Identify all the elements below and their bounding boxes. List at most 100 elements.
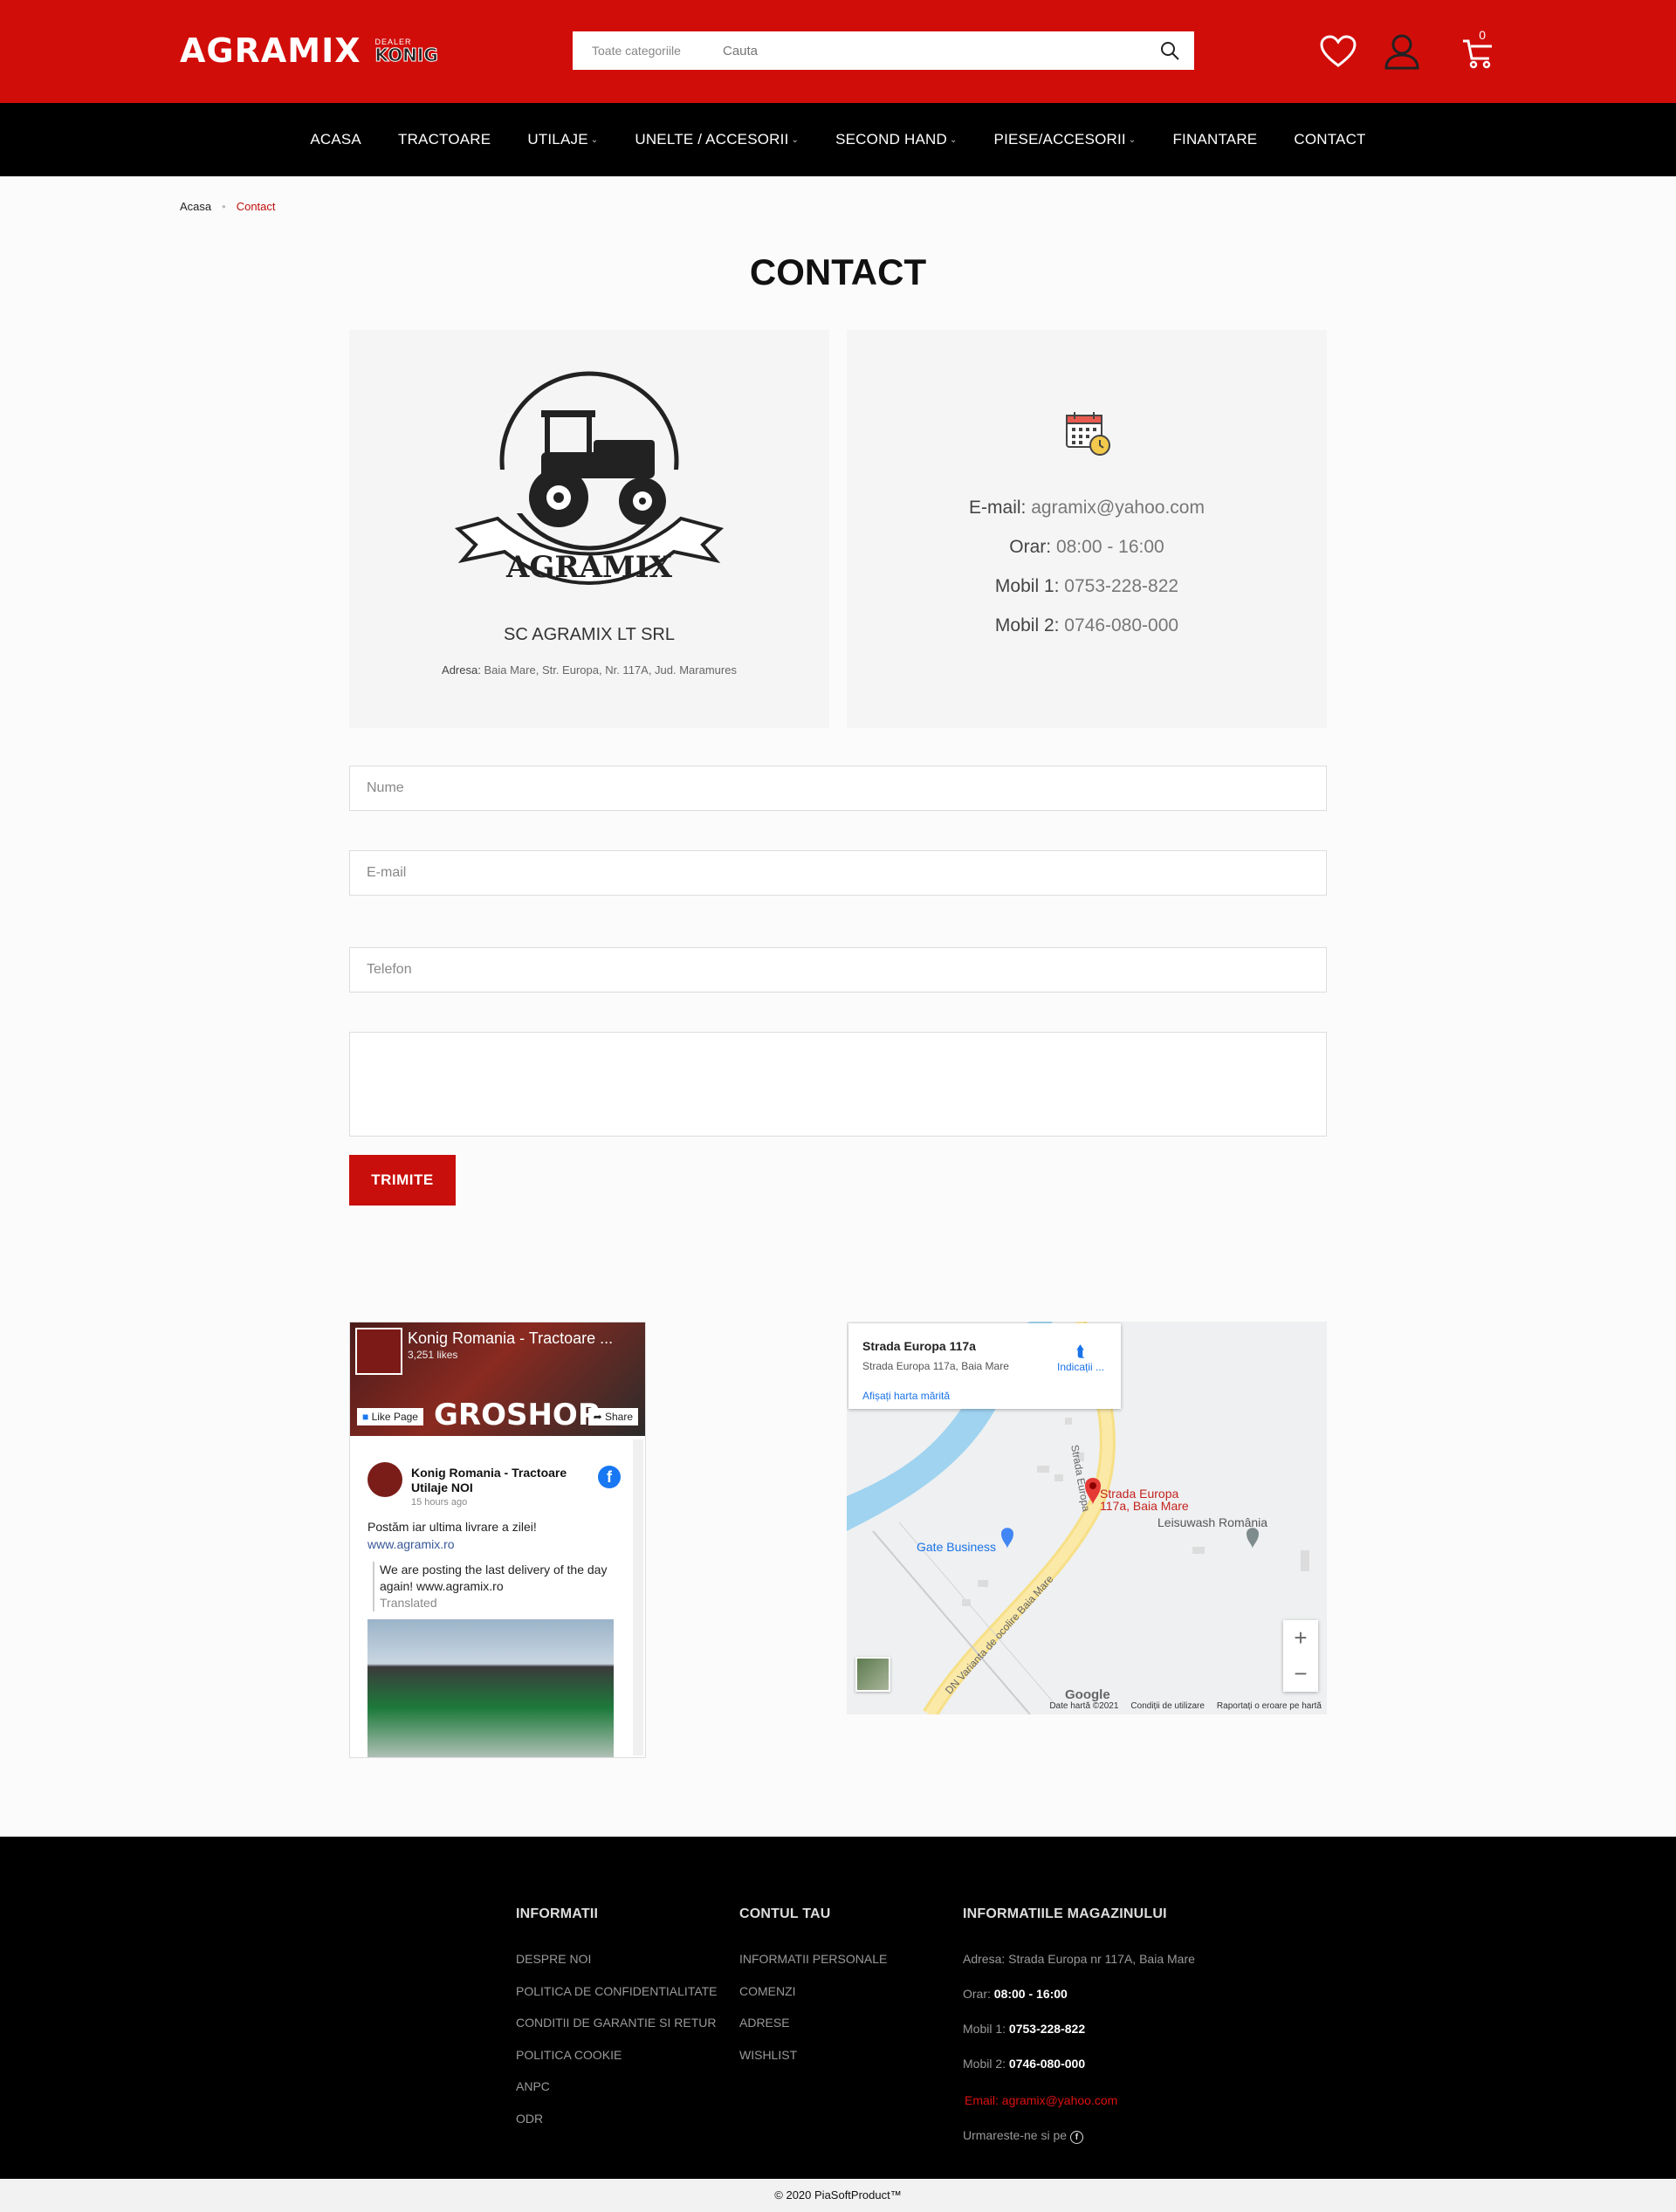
- email-label: E-mail:: [969, 498, 1027, 518]
- post-avatar[interactable]: [367, 1462, 402, 1497]
- phone-field[interactable]: [349, 947, 1327, 993]
- footer-link[interactable]: WISHLIST: [739, 2048, 887, 2080]
- poi-pin-icon-2[interactable]: [1247, 1528, 1259, 1549]
- poi-pin-icon[interactable]: [1001, 1528, 1013, 1549]
- map-poi-gate-business[interactable]: Gate Business: [917, 1540, 996, 1554]
- site-logo[interactable]: AGRAMIX DEALER KONIG: [180, 31, 438, 70]
- map-place-address: Strada Europa 117a, Baia Mare: [862, 1360, 1009, 1372]
- nav-label: SECOND HAND: [835, 131, 947, 148]
- chevron-down-icon: ⌄: [1128, 134, 1137, 145]
- mobile1-row: Mobil 1: 0753-228-822: [847, 576, 1327, 615]
- nav-item-acasa[interactable]: ACASA: [292, 131, 380, 148]
- chevron-down-icon: ⌄: [949, 134, 958, 145]
- footer-col-title: INFORMATII: [516, 1906, 599, 1921]
- post-author[interactable]: Konig Romania - Tractoare Utilaje NOI: [411, 1466, 586, 1495]
- nav-item-contact[interactable]: CONTACT: [1275, 131, 1384, 148]
- zoom-out-button[interactable]: −: [1283, 1656, 1318, 1692]
- footer-link[interactable]: COMENZI: [739, 1984, 887, 2016]
- zoom-in-button[interactable]: +: [1283, 1620, 1318, 1656]
- company-name: SC AGRAMIX LT SRL: [504, 625, 675, 644]
- cart-icon: [1463, 39, 1492, 69]
- nav-item-second-hand[interactable]: SECOND HAND ⌄: [817, 131, 975, 148]
- email-field[interactable]: [349, 850, 1327, 896]
- footer-col-informatii: INFORMATII DESPRE NOI POLITICA DE CONFID…: [516, 1906, 718, 2143]
- nav-label: UNELTE / ACCESORII: [635, 131, 789, 148]
- nav-label: CONTACT: [1294, 131, 1366, 148]
- store-email[interactable]: Email: agramix@yahoo.com: [963, 2093, 1195, 2128]
- post-time[interactable]: 15 hours ago: [411, 1497, 467, 1508]
- chevron-down-icon: ⌄: [590, 134, 599, 145]
- post-link[interactable]: www.agramix.ro: [367, 1537, 455, 1551]
- post-translation: We are posting the last delivery of the …: [373, 1562, 621, 1611]
- dealer-brand: KONIG: [374, 44, 438, 65]
- footer-col-title: CONTUL TAU: [739, 1906, 831, 1921]
- email-value[interactable]: agramix@yahoo.com: [1031, 498, 1205, 518]
- footer-link[interactable]: POLITICA DE CONFIDENTIALITATE: [516, 1984, 718, 2016]
- map-report-link[interactable]: Raportați o eroare pe hartă: [1217, 1701, 1322, 1711]
- mobile1-label: Mobil 1:: [994, 576, 1060, 596]
- facebook-share-button[interactable]: ➦ Share: [587, 1408, 638, 1425]
- map-directions-button[interactable]: ⮬ Indicații ...: [1054, 1343, 1107, 1373]
- nav-label: PIESE/ACCESORII: [993, 131, 1126, 148]
- search-category-select[interactable]: Toate categoriile: [573, 44, 721, 58]
- search-icon: [1161, 42, 1179, 60]
- footer-link[interactable]: ODR: [516, 2112, 718, 2144]
- hours-label: Orar:: [1009, 537, 1052, 557]
- post-image[interactable]: [367, 1619, 614, 1757]
- hours-label: Orar:: [963, 1987, 991, 2001]
- footer-link[interactable]: ANPC: [516, 2079, 718, 2112]
- copyright: © 2020 PiaSoftProduct™: [0, 2179, 1676, 2212]
- facebook-page-title[interactable]: Konig Romania - Tractoare ...: [408, 1329, 613, 1348]
- main-nav: ACASA TRACTOARE UTILAJE ⌄ UNELTE / ACCESO…: [0, 103, 1676, 176]
- submit-button[interactable]: TRIMITE: [349, 1155, 456, 1206]
- search-input[interactable]: [721, 43, 1145, 58]
- nav-item-tractoare[interactable]: TRACTOARE: [380, 131, 509, 148]
- map-pin-label: Strada Europa 117a, Baia Mare: [1100, 1487, 1189, 1512]
- facebook-icon[interactable]: f: [598, 1466, 621, 1488]
- facebook-cover[interactable]: Konig Romania - Tractoare ... 3,251 like…: [350, 1322, 645, 1436]
- mobile2-value[interactable]: 0746-080-000: [1064, 615, 1178, 635]
- footer-col-title: INFORMATIILE MAGAZINULUI: [963, 1906, 1167, 1921]
- directions-icon: ⮬: [1075, 1343, 1086, 1360]
- account-button[interactable]: [1382, 31, 1422, 72]
- calendar-clock-icon: [1066, 412, 1110, 456]
- nav-item-finantare[interactable]: FINANTARE: [1154, 131, 1275, 148]
- mobile1-label: Mobil 1:: [963, 2022, 1006, 2036]
- map-poi-leisuwash[interactable]: Leisuwash România: [1157, 1515, 1267, 1529]
- site-header: AGRAMIX DEALER KONIG Toate categoriile 0: [0, 0, 1676, 103]
- company-address: Adresa: Baia Mare, Str. Europa, Nr. 117A…: [349, 663, 829, 677]
- facebook-icon[interactable]: f: [1069, 2131, 1083, 2144]
- footer-link[interactable]: POLITICA COOKIE: [516, 2048, 718, 2080]
- wishlist-button[interactable]: [1318, 31, 1358, 72]
- map-data-label: Date hartă ©2021: [1049, 1701, 1119, 1711]
- facebook-page-widget: Konig Romania - Tractoare ... 3,251 like…: [349, 1322, 646, 1758]
- store-follow: Urmareste-ne si pe f: [963, 2128, 1195, 2160]
- facebook-like-button[interactable]: ■ Like Page: [357, 1408, 423, 1425]
- nav-label: TRACTOARE: [397, 131, 491, 148]
- mobile1-value[interactable]: 0753-228-822: [1009, 2022, 1085, 2036]
- footer-link[interactable]: DESPRE NOI: [516, 1952, 718, 1984]
- cart-button[interactable]: 0: [1458, 28, 1498, 72]
- nav-item-utilaje[interactable]: UTILAJE ⌄: [509, 131, 616, 148]
- map-larger-link[interactable]: Afișați harta mărită: [862, 1390, 950, 1402]
- footer-link[interactable]: CONDITII DE GARANTIE SI RETUR: [516, 2016, 718, 2048]
- name-field[interactable]: [349, 766, 1327, 811]
- map-satellite-toggle[interactable]: [855, 1657, 890, 1692]
- nav-item-unelte[interactable]: UNELTE / ACCESORII ⌄: [616, 131, 817, 148]
- footer-link[interactable]: ADRESE: [739, 2016, 887, 2048]
- google-map[interactable]: Strada Europa 117a, Baia Mare Leisuwash R…: [847, 1322, 1327, 1714]
- nav-item-piese[interactable]: PIESE/ACCESORII ⌄: [976, 131, 1155, 148]
- pin-line-2: 117a, Baia Mare: [1100, 1499, 1189, 1513]
- search-button[interactable]: [1145, 31, 1194, 70]
- facebook-page-thumbnail[interactable]: [355, 1328, 402, 1375]
- message-field[interactable]: [349, 1032, 1327, 1137]
- mobile2-row: Mobil 2: 0746-080-000: [847, 615, 1327, 655]
- breadcrumb-home-link[interactable]: Acasa: [180, 200, 211, 213]
- footer-link[interactable]: INFORMATII PERSONALE: [739, 1952, 887, 1984]
- mobile2-value[interactable]: 0746-080-000: [1009, 2057, 1085, 2071]
- widget-scrollbar[interactable]: [633, 1439, 643, 1755]
- follow-label: Urmareste-ne si pe: [963, 2128, 1068, 2142]
- site-footer: INFORMATII DESPRE NOI POLITICA DE CONFID…: [0, 1837, 1676, 2179]
- map-terms-link[interactable]: Condiții de utilizare: [1130, 1701, 1205, 1711]
- mobile1-value[interactable]: 0753-228-822: [1064, 576, 1178, 596]
